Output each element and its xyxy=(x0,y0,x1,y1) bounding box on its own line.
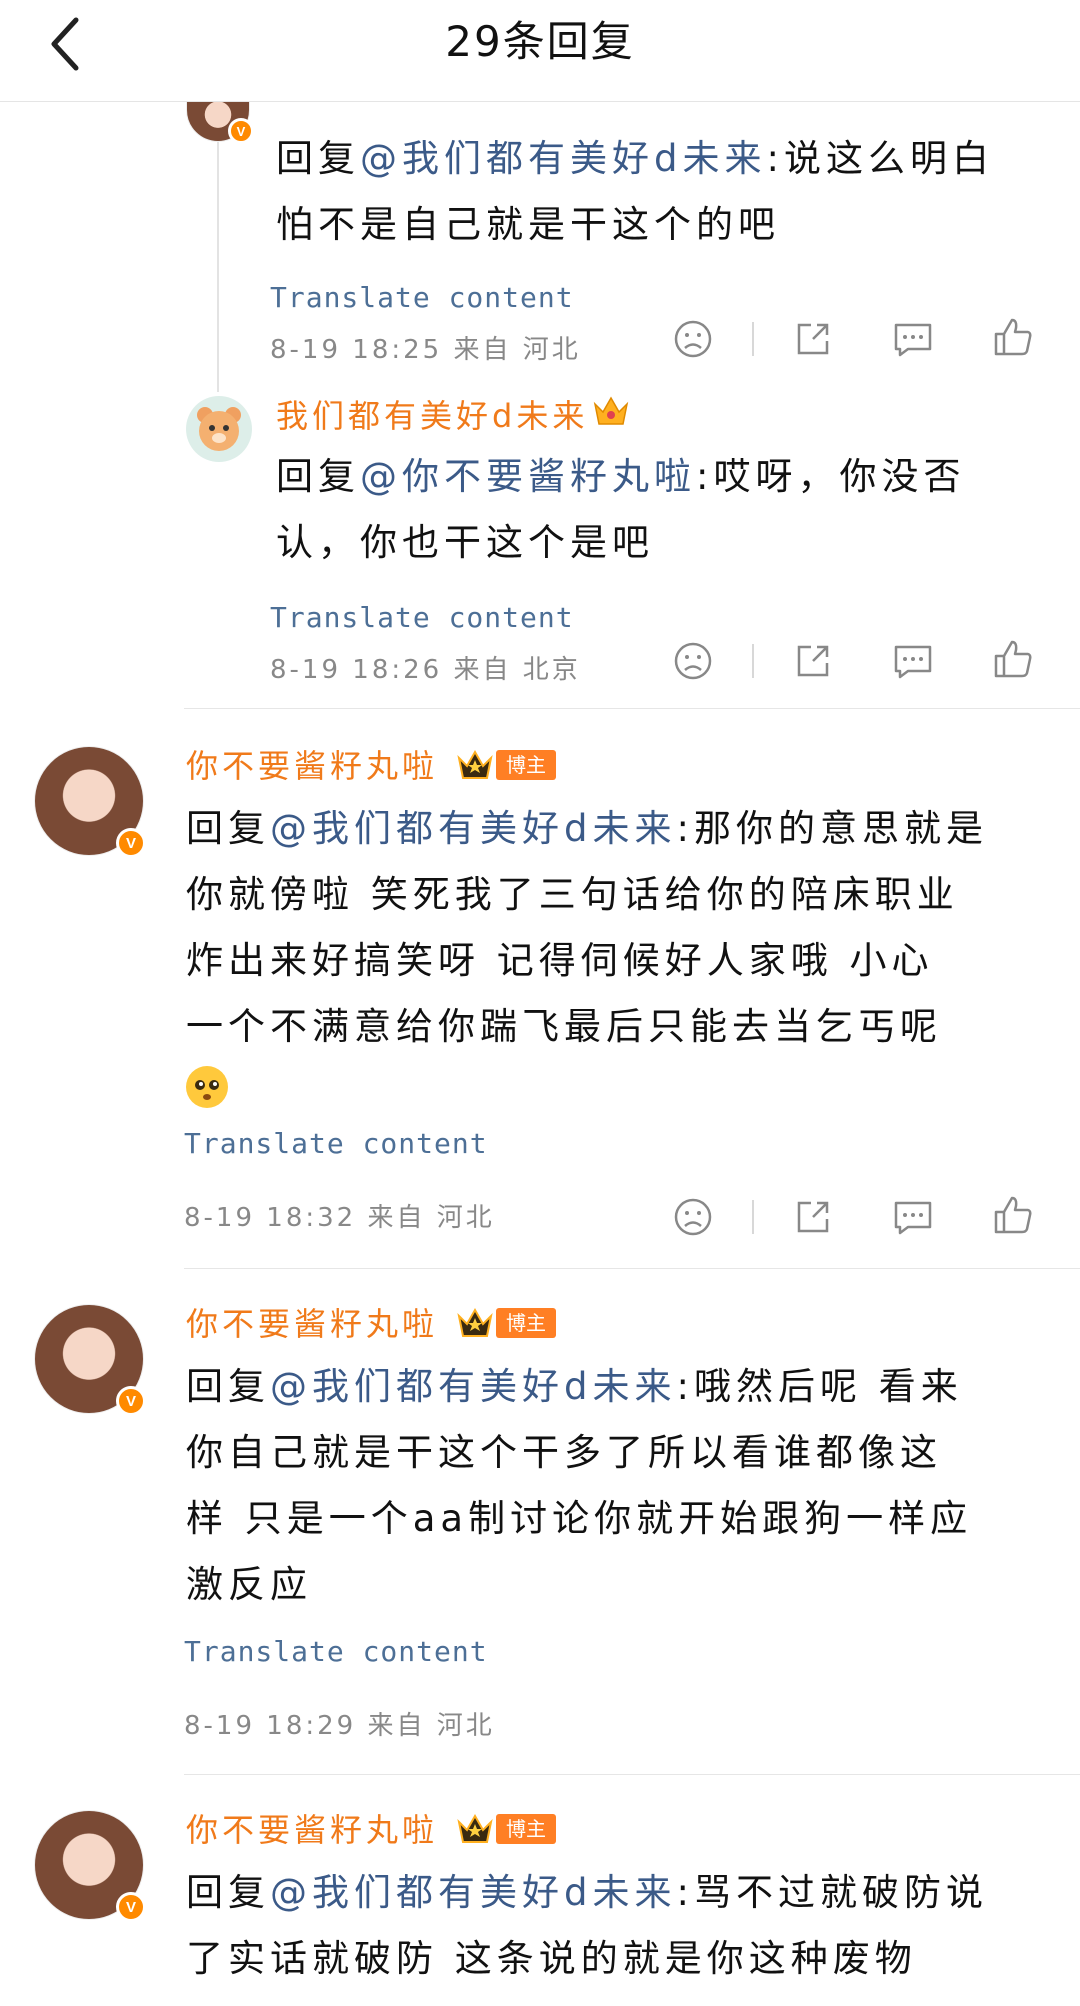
blogger-badge: 博主 xyxy=(496,1814,556,1844)
share-button[interactable] xyxy=(788,636,838,686)
comment-text: 回复@我们都有美好d未来:骂不过就破防说 了实话就破防 这条说的就是你这种废物 xyxy=(186,1871,988,1980)
comment-bubble-icon xyxy=(894,645,932,679)
username[interactable]: 你不要酱籽丸啦 xyxy=(186,746,438,786)
comment-divider xyxy=(184,708,1080,709)
translate-link[interactable]: Translate content xyxy=(270,600,574,636)
comment-meta: 8-19 18:26 来自 北京 xyxy=(270,655,581,685)
comment-divider xyxy=(184,1268,1080,1269)
bear-avatar-icon xyxy=(197,407,241,451)
username[interactable]: 你不要酱籽丸啦 xyxy=(186,1304,438,1344)
crown-icon xyxy=(456,1304,494,1342)
pleading-face-icon xyxy=(186,1066,228,1108)
avatar[interactable]: V xyxy=(34,1304,146,1416)
thumbs-up-icon xyxy=(994,318,1032,356)
thumbs-up-icon xyxy=(994,640,1032,678)
comment-button[interactable] xyxy=(888,314,938,364)
share-icon xyxy=(797,645,829,677)
username[interactable]: 我们都有美好d未来 xyxy=(276,396,588,436)
share-icon xyxy=(797,1201,829,1233)
verified-icon: V xyxy=(116,828,146,858)
comment-text: 回复@我们都有美好d未来:说这么明白 怕不是自己就是干这个的吧 xyxy=(276,137,994,246)
mention-link[interactable]: @我们都有美好d未来 xyxy=(270,1871,677,1914)
comment-meta: 8-19 18:29 来自 河北 xyxy=(184,1711,495,1741)
dislike-face-icon xyxy=(674,1198,712,1236)
share-icon xyxy=(797,323,829,355)
blogger-badge: 博主 xyxy=(496,1308,556,1338)
translate-link[interactable]: Translate content xyxy=(184,1634,488,1670)
verified-icon: V xyxy=(228,118,254,144)
dislike-button[interactable] xyxy=(668,314,718,364)
like-button[interactable] xyxy=(988,634,1038,684)
comment-text: 回复@我们都有美好d未来:那你的意思就是 你就傍啦 笑死我了三句话给你的陪床职业… xyxy=(186,807,988,1048)
dislike-face-icon xyxy=(674,320,712,358)
crown-icon xyxy=(456,746,494,784)
username[interactable]: 你不要酱籽丸啦 xyxy=(186,1810,438,1850)
comment-meta: 8-19 18:32 来自 河北 xyxy=(184,1203,495,1233)
dislike-button[interactable] xyxy=(668,636,718,686)
avatar[interactable]: V xyxy=(34,746,146,858)
page-title: 29条回复 xyxy=(445,17,635,66)
translate-link[interactable]: Translate content xyxy=(184,1126,488,1162)
blogger-badge: 博主 xyxy=(496,750,556,780)
user-badges: 博主 xyxy=(456,1810,556,1848)
comment-text: 回复@我们都有美好d未来:哦然后呢 看来 你自己就是干这个干多了所以看谁都像这 … xyxy=(186,1365,973,1606)
comment-button[interactable] xyxy=(888,1192,938,1242)
like-button[interactable] xyxy=(988,1190,1038,1240)
avatar[interactable]: V xyxy=(34,1810,146,1922)
crown-icon xyxy=(456,1810,494,1848)
share-button[interactable] xyxy=(788,314,838,364)
thread-line xyxy=(217,102,219,392)
verified-icon: V xyxy=(116,1386,146,1416)
mention-link[interactable]: @我们都有美好d未来 xyxy=(360,137,767,180)
comment-meta: 8-19 18:25 来自 河北 xyxy=(270,335,581,365)
user-badges: 博主 xyxy=(456,746,556,784)
mention-link[interactable]: @你不要酱籽丸啦 xyxy=(360,455,696,498)
crown-icon xyxy=(592,392,630,430)
user-badges: 博主 xyxy=(456,1304,556,1342)
comment-text: 回复@你不要酱籽丸啦:哎呀，你没否 认，你也干这个是吧 xyxy=(276,455,966,564)
mention-link[interactable]: @我们都有美好d未来 xyxy=(270,1365,677,1408)
user-badges xyxy=(592,392,630,430)
comment-bubble-icon xyxy=(894,323,932,357)
dislike-face-icon xyxy=(674,642,712,680)
comment-button[interactable] xyxy=(888,636,938,686)
like-button[interactable] xyxy=(988,312,1038,362)
action-divider xyxy=(752,322,754,356)
avatar[interactable] xyxy=(186,396,252,462)
comment-bubble-icon xyxy=(894,1201,932,1235)
share-button[interactable] xyxy=(788,1192,838,1242)
action-divider xyxy=(752,644,754,678)
verified-icon: V xyxy=(116,1892,146,1922)
mention-link[interactable]: @我们都有美好d未来 xyxy=(270,807,677,850)
header-bar: 29条回复 xyxy=(0,0,1080,102)
action-divider xyxy=(752,1200,754,1234)
translate-link[interactable]: Translate content xyxy=(270,280,574,316)
thumbs-up-icon xyxy=(994,1196,1032,1234)
dislike-button[interactable] xyxy=(668,1192,718,1242)
comment-divider xyxy=(184,1774,1080,1775)
